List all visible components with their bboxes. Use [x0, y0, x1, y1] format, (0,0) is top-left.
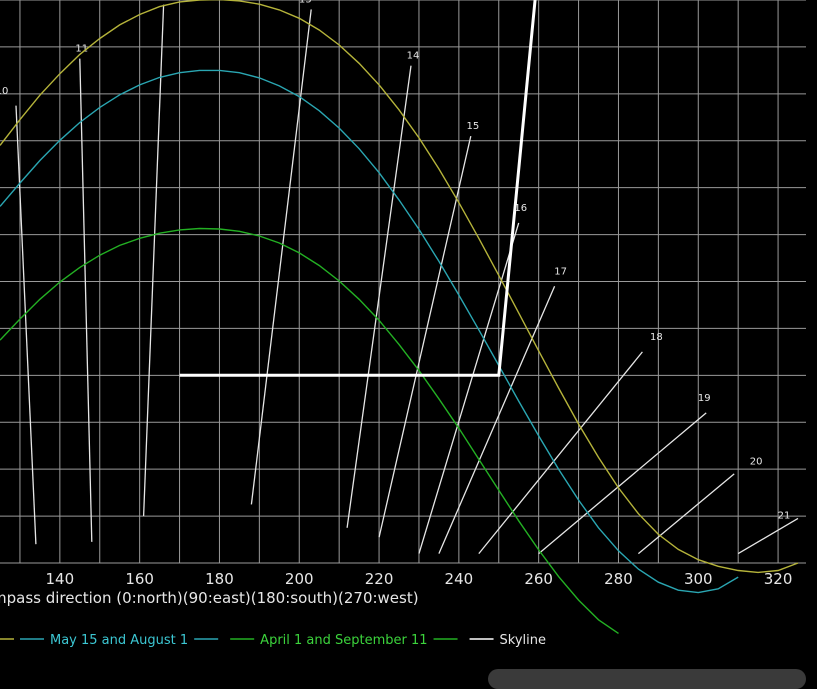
hour-label-20: 20 — [750, 456, 763, 467]
x-tick-label: 220 — [365, 570, 394, 588]
sun-path-chart: 101112131415161718192021 140160180200220… — [0, 0, 806, 648]
hour-label-14: 14 — [407, 51, 420, 62]
hour-label-12: 12 — [159, 0, 172, 3]
x-tick-label: 240 — [445, 570, 474, 588]
legend-label-may_aug: May 15 and August 1 — [50, 633, 188, 648]
x-tick-label: 260 — [524, 570, 553, 588]
hour-line-20 — [637, 473, 735, 555]
x-tick-label: 180 — [205, 570, 234, 588]
hour-line-21 — [737, 517, 799, 555]
legend: May 15 and August 1 April 1 and September… — [0, 633, 546, 648]
hour-line-12 — [142, 4, 165, 517]
x-tick-label: 160 — [125, 570, 154, 588]
hour-lines: 101112131415161718192021 — [0, 0, 799, 555]
series-line-summer — [0, 0, 799, 574]
x-axis-label: mpass direction (0:north)(90:east)(180:s… — [0, 589, 419, 607]
hour-line-18 — [478, 351, 643, 555]
hour-label-10: 10 — [0, 86, 8, 97]
hour-label-18: 18 — [650, 332, 663, 343]
hour-line-10 — [15, 105, 37, 545]
hour-line-19 — [538, 412, 707, 555]
x-tick-label: 200 — [285, 570, 314, 588]
x-tick-label: 320 — [764, 570, 793, 588]
series-group — [0, 0, 799, 634]
horizontal-scrollbar[interactable] — [488, 669, 806, 689]
hour-line-13 — [250, 9, 312, 505]
legend-label-skyline: Skyline — [500, 633, 546, 648]
hour-line-17 — [438, 285, 556, 554]
hour-label-21: 21 — [778, 510, 791, 521]
legend-label-apr_sep: April 1 and September 11 — [260, 633, 427, 648]
grid — [0, 0, 806, 564]
hour-label-19: 19 — [698, 393, 711, 404]
hour-label-15: 15 — [466, 121, 479, 132]
hour-line-16 — [418, 222, 520, 554]
x-tick-label: 140 — [46, 570, 75, 588]
x-tick-label: 300 — [684, 570, 713, 588]
series-line-may_aug — [0, 69, 739, 594]
hour-label-17: 17 — [554, 266, 567, 277]
x-tick-label: 280 — [604, 570, 633, 588]
hour-label-13: 13 — [299, 0, 312, 5]
x-tick-labels: 140 160 180 200 220 240 260 280 300 320 — [46, 570, 793, 588]
